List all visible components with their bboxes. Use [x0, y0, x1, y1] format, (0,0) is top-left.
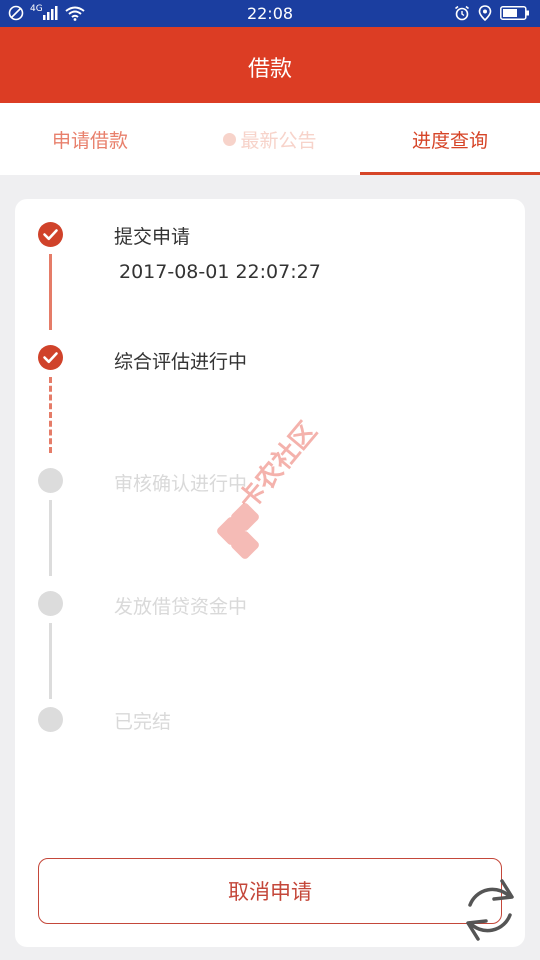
- step-2-label: 综合评估进行中: [114, 351, 248, 373]
- tab-latest-notice[interactable]: 最新公告: [180, 103, 360, 175]
- tab-apply-loan[interactable]: 申请借款: [0, 103, 180, 175]
- nav-bar: 借款: [0, 27, 540, 103]
- status-bar: 4G 22:08: [0, 0, 540, 27]
- step-1-time: 2017-08-01 22:07:27: [119, 261, 321, 283]
- cancel-application-label: 取消申请: [228, 880, 312, 904]
- step-3-label: 审核确认进行中: [114, 473, 248, 495]
- tab-apply-loan-label: 申请借款: [51, 129, 128, 152]
- tab-progress-query[interactable]: 进度查询: [360, 103, 540, 175]
- page-title: 借款: [247, 57, 292, 82]
- notice-dot-icon: [223, 132, 237, 146]
- step-1-check-icon: [38, 222, 63, 247]
- step-connector-2: [49, 377, 52, 453]
- step-4-label: 发放借贷资金中: [114, 596, 248, 618]
- step-2-check-icon: [38, 345, 63, 370]
- refresh-icon[interactable]: [458, 875, 522, 945]
- cancel-application-button[interactable]: 取消申请: [38, 858, 502, 924]
- alarm-icon: [455, 5, 469, 21]
- step-1-label: 提交申请: [114, 226, 191, 248]
- step-connector-3: [49, 500, 52, 576]
- battery-icon: [500, 6, 529, 20]
- step-5-circle-icon: [38, 707, 63, 732]
- progress-card: 提交申请 2017-08-01 22:07:27 综合评估进行中 审核确认进行中…: [15, 199, 525, 947]
- tab-bar: 申请借款 最新公告 进度查询: [0, 103, 540, 175]
- tab-latest-notice-label: 最新公告: [240, 129, 317, 152]
- step-3-circle-icon: [38, 468, 63, 493]
- step-4-circle-icon: [38, 591, 63, 616]
- step-5-label: 已完结: [114, 711, 172, 733]
- step-connector-4: [49, 623, 52, 699]
- tab-progress-query-label: 进度查询: [411, 129, 488, 152]
- step-connector-1: [49, 254, 52, 330]
- location-icon: [478, 5, 492, 21]
- status-right: [454, 5, 530, 21]
